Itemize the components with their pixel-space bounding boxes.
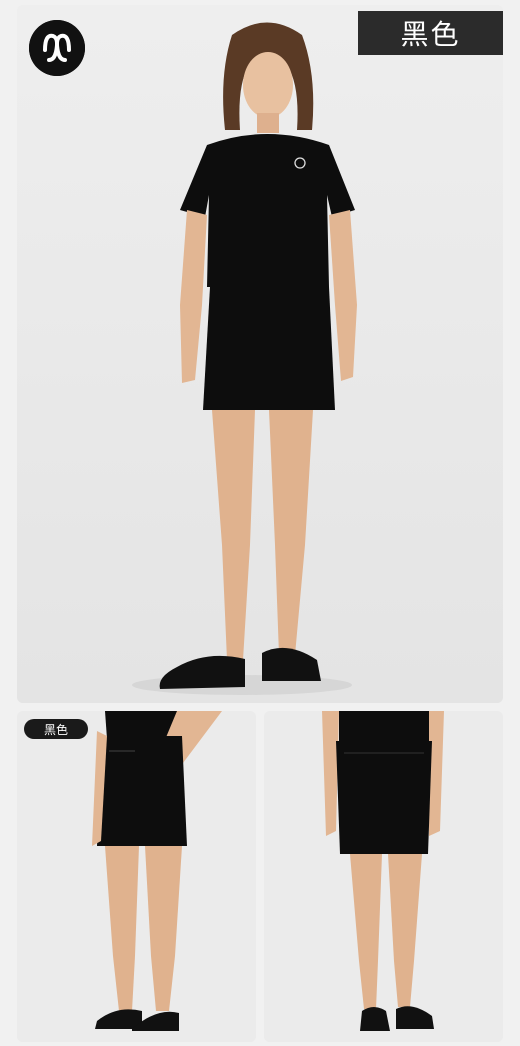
skirt-front-photo xyxy=(17,711,256,1042)
lululemon-logo-icon xyxy=(29,20,85,76)
color-label-tag-small: 黑色 xyxy=(24,719,88,739)
main-product-photo[interactable]: 黑色 xyxy=(17,5,503,703)
skirt-back-photo xyxy=(264,711,503,1042)
detail-photo-back[interactable] xyxy=(264,711,503,1042)
color-label-tag: 黑色 xyxy=(358,11,503,55)
model-photo xyxy=(17,5,503,703)
detail-photo-front[interactable]: 黑色 xyxy=(17,711,256,1042)
